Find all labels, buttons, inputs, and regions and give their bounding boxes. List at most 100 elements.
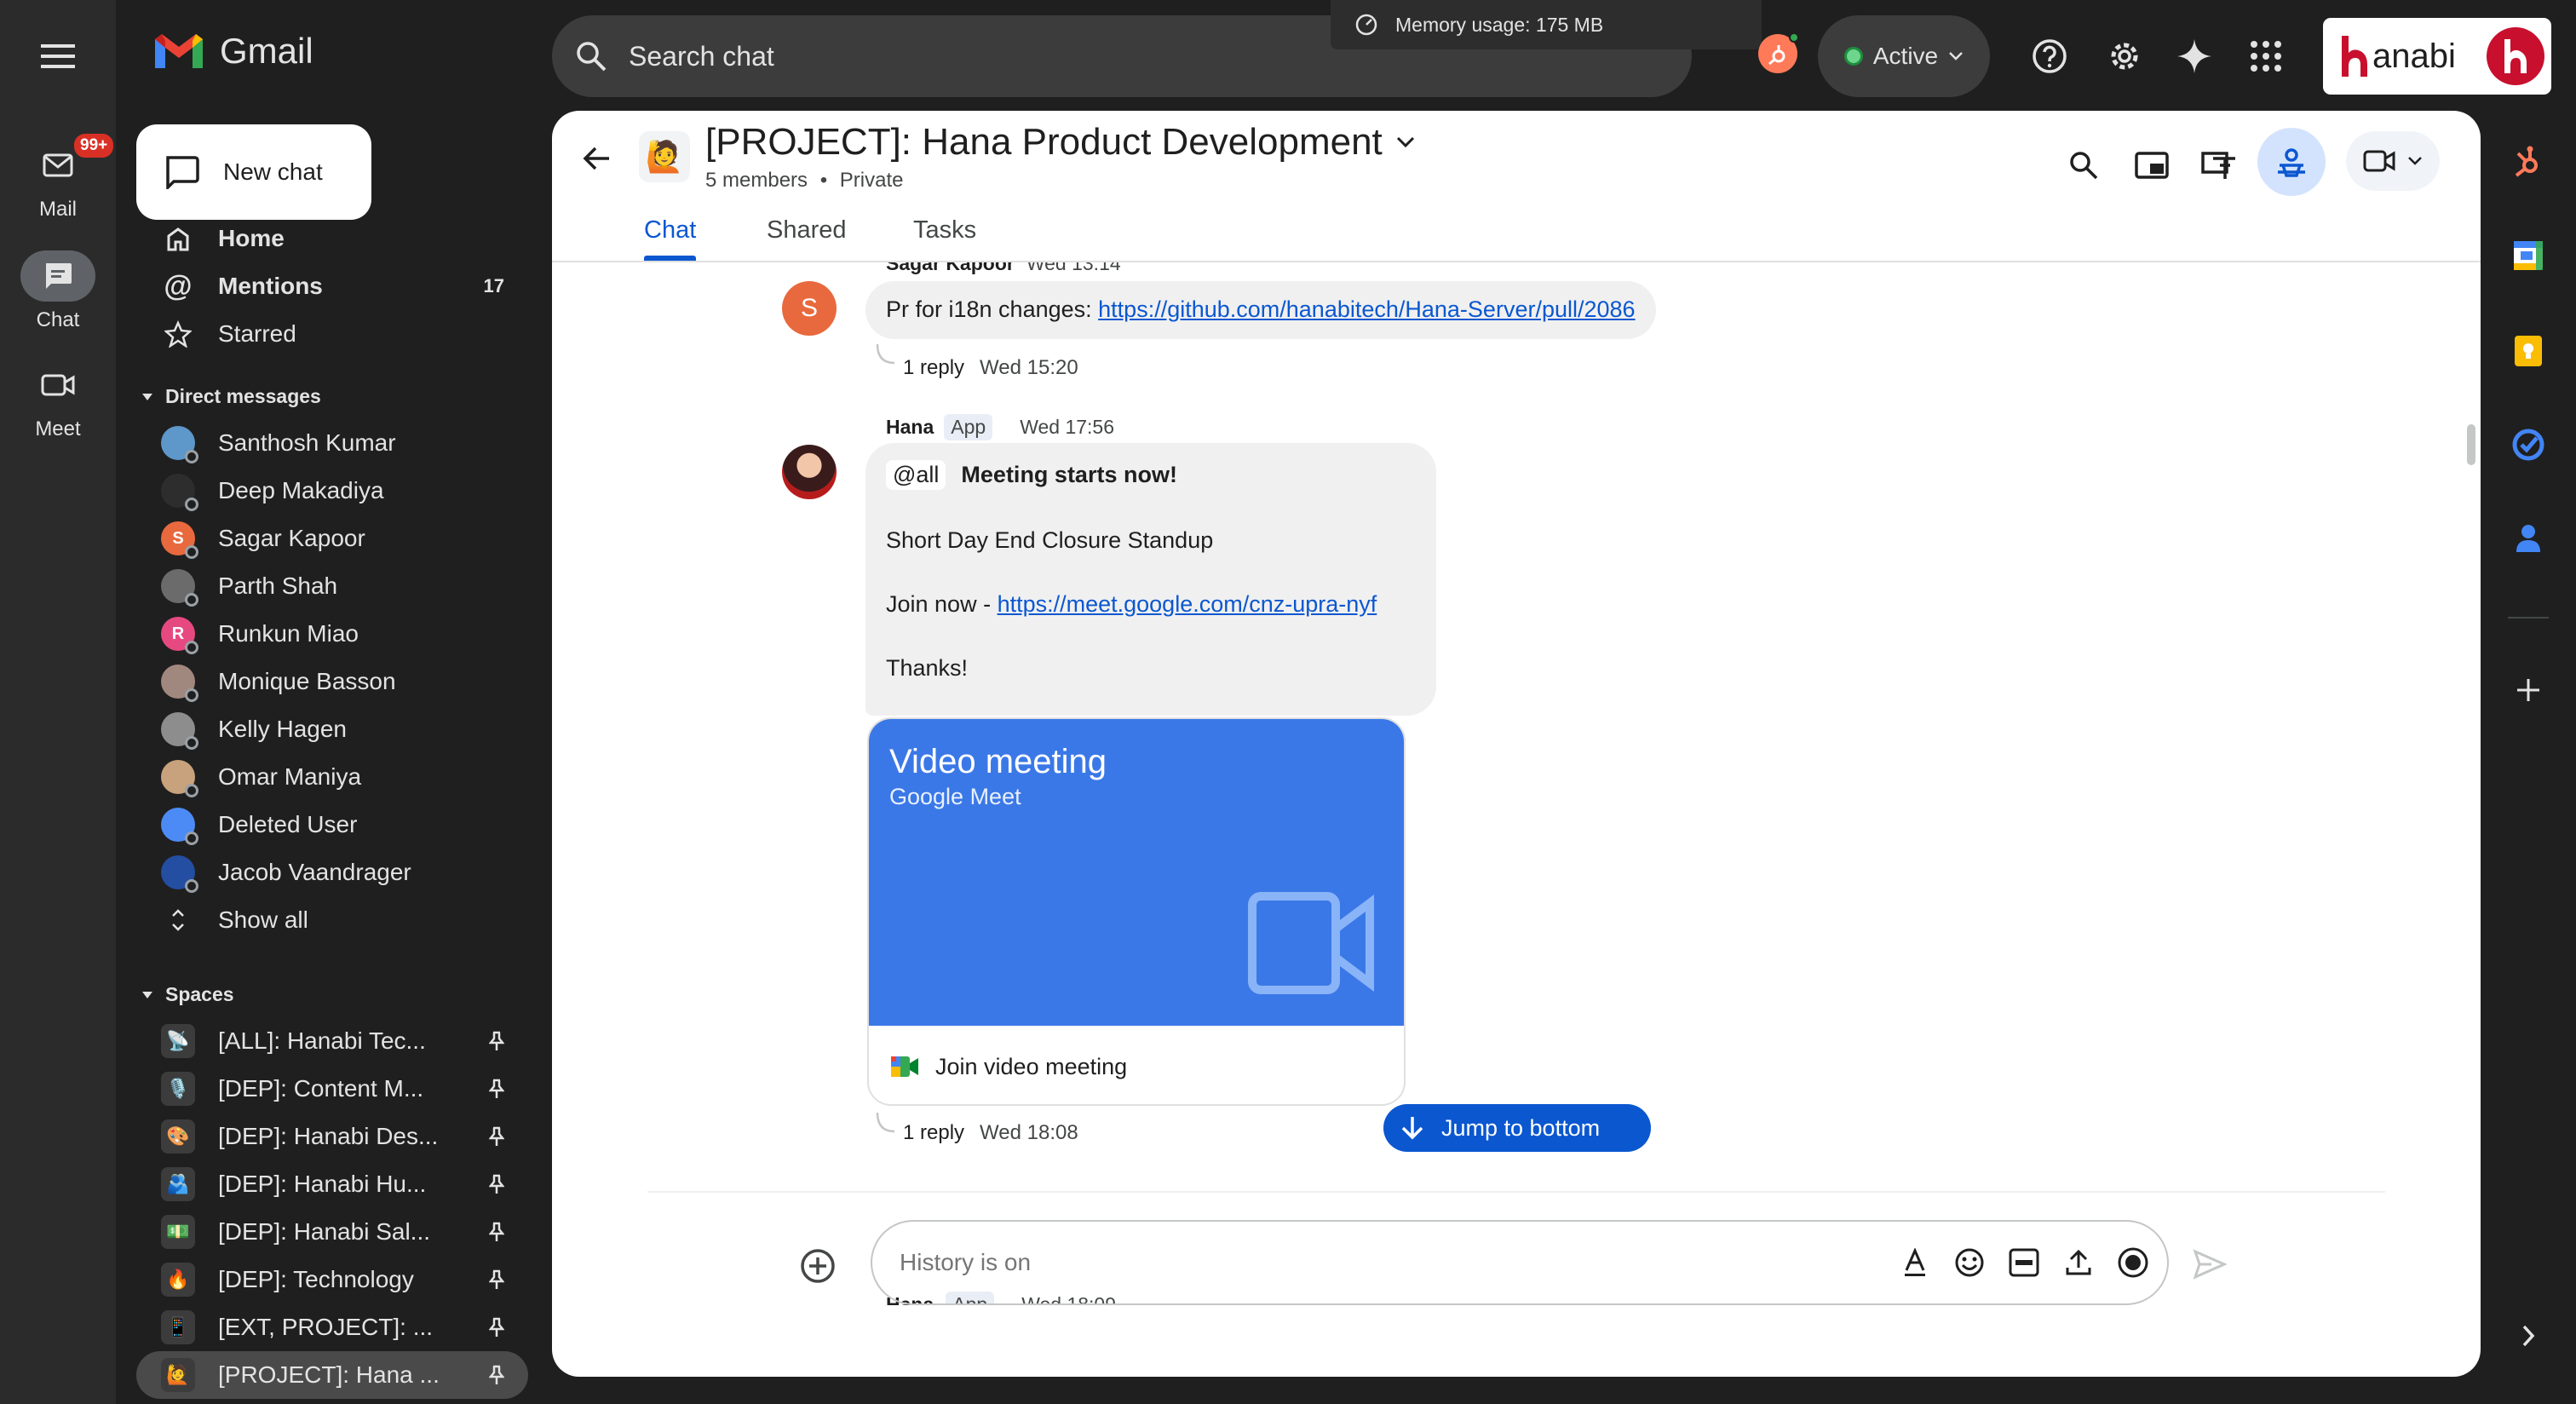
tab-tasks-label: Tasks — [913, 216, 977, 244]
send-icon[interactable] — [2182, 1237, 2237, 1292]
search-in-chat-icon[interactable] — [2056, 138, 2111, 193]
nav-mentions[interactable]: @ Mentions 17 — [116, 262, 528, 310]
pr-link[interactable]: https://github.com/hanabitech/Hana-Serve… — [1098, 296, 1635, 322]
tab-tasks[interactable]: Tasks — [913, 216, 976, 245]
account-brand-switcher[interactable]: anabi — [2320, 15, 2554, 97]
show-all-dms[interactable]: Show all — [116, 896, 528, 944]
message-input[interactable] — [900, 1249, 1888, 1276]
settings-gear-icon[interactable] — [2097, 29, 2152, 83]
tasks-icon[interactable] — [2506, 423, 2550, 467]
space-item-label: [DEP]: Hanabi Des... — [218, 1123, 439, 1149]
dm-item[interactable]: R Runkun Miao — [116, 610, 528, 658]
add-addon-icon[interactable] — [2506, 668, 2550, 712]
space-item[interactable]: 📱 [EXT, PROJECT]: ... — [116, 1303, 528, 1351]
space-title-button[interactable]: [PROJECT]: Hana Product Development — [705, 121, 1415, 164]
space-item[interactable]: 🎨 [DEP]: Hanabi Des... — [116, 1113, 528, 1160]
rail-mail[interactable]: 99+ Mail — [0, 131, 117, 222]
dm-item[interactable]: Monique Basson — [116, 658, 528, 705]
space-item[interactable]: 🔥 [DEP]: Technology — [116, 1256, 528, 1303]
space-emoji-icon: 🙋 — [158, 1358, 198, 1392]
keep-notes-icon[interactable] — [2506, 329, 2550, 373]
dm-item[interactable]: Omar Maniya — [116, 753, 528, 801]
help-icon[interactable] — [2022, 29, 2077, 83]
record-video-icon[interactable] — [2106, 1246, 2160, 1279]
join-video-meeting-button[interactable]: Join video meeting — [869, 1026, 1404, 1104]
mention-chip[interactable]: @all — [886, 460, 946, 490]
hubspot-icon[interactable] — [2506, 140, 2550, 184]
space-item-label: [DEP]: Hanabi Sal... — [218, 1218, 431, 1245]
nav-home[interactable]: Home — [116, 215, 528, 262]
dm-item[interactable]: S Sagar Kapoor — [116, 515, 528, 562]
dm-item[interactable]: Kelly Hagen — [116, 705, 528, 753]
space-apps-icon[interactable] — [2257, 128, 2326, 196]
new-chat-button[interactable]: New chat — [136, 124, 371, 220]
format-text-icon[interactable] — [1888, 1248, 1942, 1277]
space-item[interactable]: 📡 [ALL]: Hanabi Tec... — [116, 1017, 528, 1065]
calendar-icon[interactable] — [2506, 233, 2550, 278]
dm-item[interactable]: Deep Makadiya — [116, 467, 528, 515]
gmail-logo[interactable]: Gmail — [152, 31, 313, 72]
reply-count: 1 reply — [903, 356, 965, 379]
space-item[interactable]: 🙋 [PROJECT]: Hana ... — [136, 1351, 528, 1399]
dm-item[interactable]: Deleted User — [116, 801, 528, 849]
hubspot-extension-icon[interactable] — [1758, 32, 1799, 73]
space-item-label: [PROJECT]: Hana ... — [218, 1361, 440, 1388]
nav-starred[interactable]: Starred — [116, 310, 528, 358]
start-video-call-button[interactable] — [2346, 131, 2440, 191]
picture-in-picture-icon[interactable] — [2125, 138, 2179, 193]
dm-item[interactable]: Jacob Vaandrager — [116, 849, 528, 896]
rail-chat[interactable]: Chat — [0, 250, 116, 332]
space-item-label: [DEP]: Technology — [218, 1266, 414, 1292]
spaces-header[interactable]: Spaces — [141, 983, 234, 1006]
message-time: Wed 13:14 — [1026, 262, 1121, 274]
reply-time: Wed 15:20 — [980, 356, 1078, 379]
back-arrow-icon[interactable] — [569, 131, 624, 186]
apps-grid-icon[interactable] — [2239, 29, 2293, 83]
pin-icon[interactable] — [484, 1079, 509, 1099]
expand-side-panel-icon[interactable] — [2506, 1314, 2550, 1358]
space-emoji: 💵 — [161, 1215, 195, 1249]
tab-chat[interactable]: Chat — [644, 216, 697, 261]
show-all-label: Show all — [218, 906, 308, 933]
open-in-popup-icon[interactable] — [2193, 138, 2247, 193]
avatar: S — [158, 521, 198, 559]
pin-icon[interactable] — [484, 1269, 509, 1290]
direct-messages-header[interactable]: Direct messages — [141, 385, 321, 408]
jump-to-bottom-button[interactable]: Jump to bottom — [1383, 1104, 1651, 1152]
pin-icon[interactable] — [484, 1031, 509, 1051]
avatar[interactable] — [782, 445, 837, 499]
dm-item[interactable]: Parth Shah — [116, 562, 528, 610]
upload-icon[interactable] — [2051, 1249, 2106, 1276]
meet-link[interactable]: https://meet.google.com/cnz-upra-nyf — [998, 591, 1377, 617]
tab-shared[interactable]: Shared — [767, 216, 847, 245]
pin-icon[interactable] — [484, 1317, 509, 1338]
contacts-icon[interactable] — [2506, 516, 2550, 561]
dm-item-label: Deep Makadiya — [218, 477, 384, 503]
pin-icon[interactable] — [484, 1174, 509, 1194]
pin-icon[interactable] — [484, 1365, 509, 1385]
members-count[interactable]: 5 members — [705, 169, 808, 192]
space-item[interactable]: 🫂 [DEP]: Hanabi Hu... — [116, 1160, 528, 1208]
gemini-sparkle-icon[interactable] — [2167, 29, 2222, 83]
avatar[interactable]: S — [782, 281, 837, 336]
gif-icon[interactable] — [1997, 1248, 2051, 1277]
app-tag: App — [944, 414, 993, 440]
thread-reply-link[interactable]: 1 reply Wed 18:08 — [903, 1121, 1078, 1145]
space-item[interactable]: 💵 [DEP]: Hanabi Sal... — [116, 1208, 528, 1256]
thread-reply-link[interactable]: 1 reply Wed 15:20 — [903, 356, 1078, 380]
composer-divider — [647, 1191, 2385, 1193]
emoji-icon[interactable] — [1942, 1247, 1997, 1278]
dm-item-label: Deleted User — [218, 811, 358, 837]
dm-item[interactable]: Santhosh Kumar — [116, 419, 528, 467]
pin-icon[interactable] — [484, 1222, 509, 1242]
video-camera-icon — [1248, 892, 1374, 994]
status-selector[interactable]: Active — [1818, 15, 1990, 97]
status-label: Active — [1872, 43, 1939, 69]
scrollbar-thumb[interactable] — [2467, 424, 2475, 465]
dm-item-label: Santhosh Kumar — [218, 429, 396, 456]
pin-icon[interactable] — [484, 1126, 509, 1147]
add-attachment-icon[interactable] — [791, 1239, 845, 1293]
rail-meet[interactable]: Meet — [0, 360, 116, 441]
space-item[interactable]: 🎙️ [DEP]: Content M... — [116, 1065, 528, 1113]
main-menu-icon[interactable] — [36, 39, 80, 73]
